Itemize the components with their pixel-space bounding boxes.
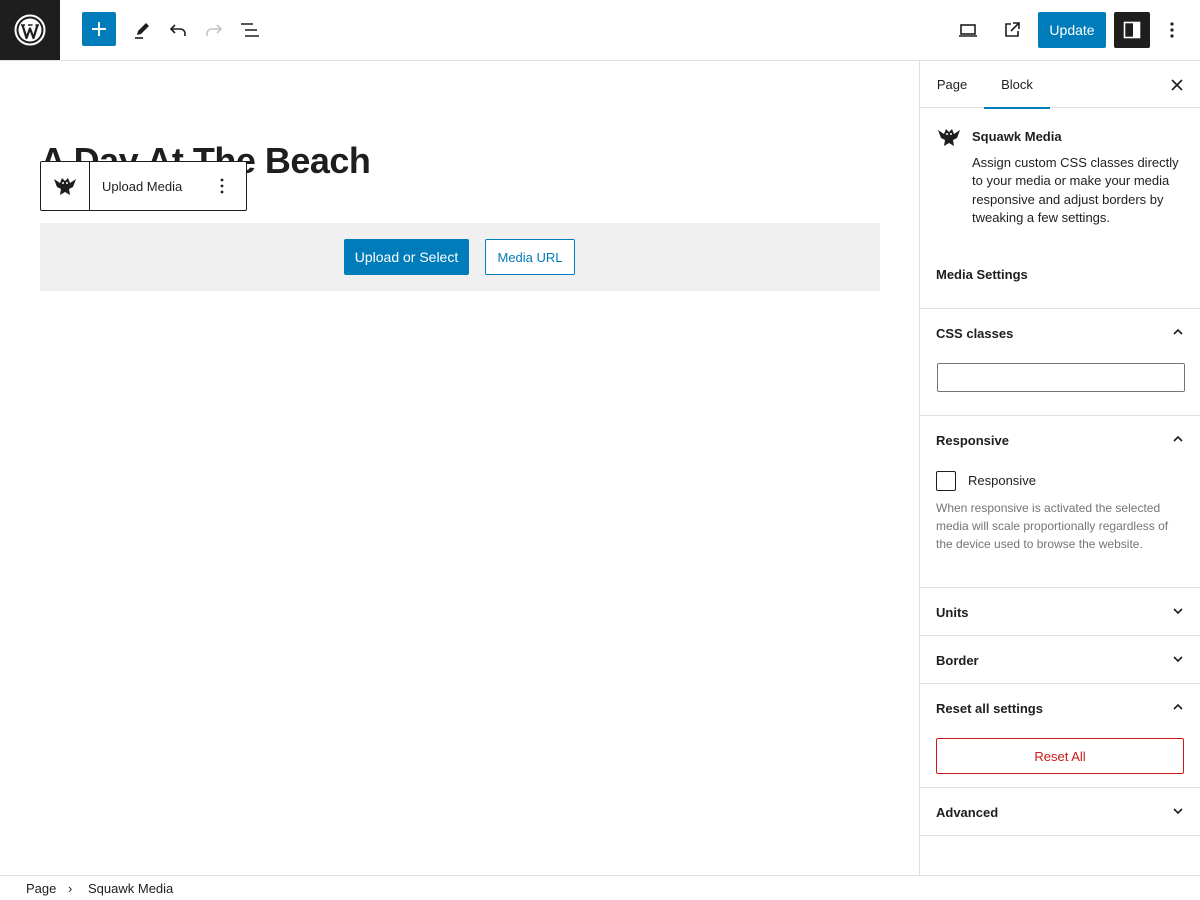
- panel-units-toggle[interactable]: Units: [920, 588, 1200, 636]
- squawk-bird-icon: [54, 178, 76, 195]
- tools-button[interactable]: [124, 12, 160, 48]
- wordpress-logo-button[interactable]: [0, 0, 60, 60]
- document-overview-button[interactable]: [232, 12, 268, 48]
- panel-units: Units: [920, 588, 1200, 636]
- upload-media-button[interactable]: Upload Media: [102, 179, 182, 194]
- chevron-down-icon: [1170, 803, 1186, 819]
- editor-canvas: A Day At The Beach Upload Media Upload o…: [0, 61, 919, 875]
- settings-sidebar: Page Block Squawk Media Assign custom CS…: [919, 61, 1200, 875]
- more-vertical-icon: [1170, 22, 1174, 38]
- breadcrumb-item-current: Squawk Media: [88, 881, 174, 896]
- update-button[interactable]: Update: [1038, 12, 1106, 48]
- chevron-up-icon: [1170, 699, 1186, 715]
- chevron-right-icon: ›: [68, 881, 73, 896]
- external-link-icon: [1005, 22, 1020, 37]
- reset-all-button[interactable]: Reset All: [936, 738, 1184, 774]
- panel-title: Responsive: [936, 433, 1009, 448]
- squawk-bird-icon: [936, 124, 962, 155]
- chevron-down-icon: [1170, 603, 1186, 619]
- sidebar-tabs: Page Block: [920, 61, 1200, 109]
- list-view-icon: [241, 23, 259, 37]
- tab-page[interactable]: Page: [928, 61, 976, 108]
- pencil-icon: [135, 23, 149, 39]
- sidebar-icon: [1123, 21, 1141, 39]
- block-description: Assign custom CSS classes directly to yo…: [972, 155, 1179, 225]
- breadcrumb-item-page[interactable]: Page: [26, 881, 56, 896]
- close-icon: [1171, 79, 1183, 91]
- block-switcher-button[interactable]: [41, 162, 90, 210]
- panel-border-toggle[interactable]: Border: [920, 636, 1200, 684]
- panel-reset: Reset all settings Reset All: [920, 684, 1200, 788]
- panel-title: CSS classes: [936, 326, 1014, 341]
- responsive-checkbox[interactable]: [936, 471, 956, 491]
- undo-button[interactable]: [160, 12, 196, 48]
- chevron-down-icon: [1170, 651, 1186, 667]
- block-toolbar: Upload Media: [40, 161, 247, 211]
- panel-advanced-toggle[interactable]: Advanced: [920, 788, 1200, 836]
- panel-css-classes-toggle[interactable]: CSS classes: [920, 309, 1200, 357]
- preview-button[interactable]: [950, 12, 986, 48]
- settings-toggle-button[interactable]: [1114, 12, 1150, 48]
- panel-responsive-toggle[interactable]: Responsive: [920, 416, 1200, 464]
- responsive-checkbox-label[interactable]: Responsive: [968, 473, 1036, 488]
- media-url-button[interactable]: Media URL: [485, 239, 575, 275]
- panel-title: Advanced: [936, 805, 999, 820]
- block-options-button[interactable]: [212, 175, 232, 197]
- breadcrumb: Page › Squawk Media: [0, 875, 1200, 900]
- wordpress-icon: [14, 14, 46, 46]
- panel-title: Reset all settings: [936, 701, 1043, 716]
- undo-icon: [169, 24, 186, 36]
- panel-border: Border: [920, 636, 1200, 684]
- panel-title: Units: [936, 605, 969, 620]
- tab-block[interactable]: Block: [984, 61, 1050, 109]
- css-classes-input[interactable]: [937, 363, 1185, 392]
- panel-css-classes: CSS classes: [920, 309, 1200, 416]
- options-menu-button[interactable]: [1154, 12, 1190, 48]
- plus-icon: [92, 22, 106, 36]
- panel-responsive: Responsive Responsive When responsive is…: [920, 416, 1200, 588]
- panel-title: Border: [936, 653, 979, 668]
- chevron-up-icon: [1170, 324, 1186, 340]
- desktop-icon: [959, 24, 977, 37]
- view-page-button[interactable]: [994, 12, 1030, 48]
- block-title: Squawk Media: [972, 129, 1062, 144]
- redo-button[interactable]: [196, 12, 232, 48]
- editor-header: Update: [0, 0, 1200, 61]
- more-vertical-icon: [220, 178, 224, 194]
- close-settings-button[interactable]: [1166, 74, 1188, 96]
- upload-or-select-button[interactable]: Upload or Select: [344, 239, 469, 275]
- panel-reset-toggle[interactable]: Reset all settings: [920, 684, 1200, 732]
- chevron-up-icon: [1170, 431, 1186, 447]
- block-inserter-button[interactable]: [82, 12, 116, 46]
- responsive-help-text: When responsive is activated the selecte…: [936, 501, 1169, 551]
- media-settings-heading: Media Settings: [936, 267, 1028, 282]
- media-placeholder: Upload or Select Media URL: [40, 223, 880, 291]
- panel-advanced: Advanced: [920, 788, 1200, 836]
- redo-icon: [206, 24, 223, 36]
